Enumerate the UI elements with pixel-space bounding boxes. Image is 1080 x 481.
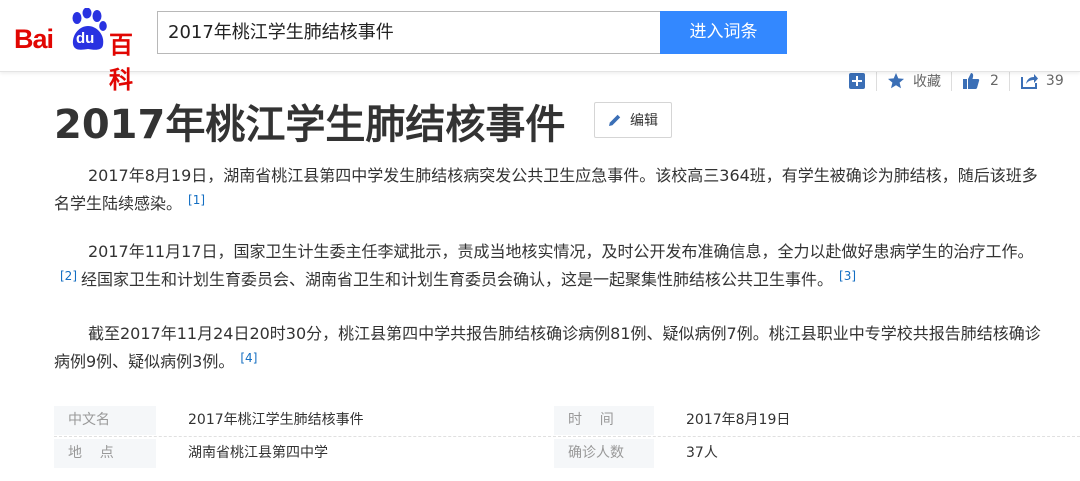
divider: [1008, 71, 1010, 91]
info-value: 2017年桃江学生肺结核事件: [188, 412, 364, 428]
info-value: 37人: [686, 445, 718, 461]
info-value: 湖南省桃江县第四中学: [188, 445, 328, 461]
info-row: 中文名 2017年桃江学生肺结核事件 时 间 2017年8月19日: [54, 404, 1080, 437]
edit-label: 编辑: [630, 113, 658, 129]
paragraph-1: 2017年8月19日，湖南省桃江县第四中学发生肺结核病突发公共卫生应急事件。该校…: [54, 162, 1044, 218]
reference-link[interactable]: [3]: [839, 269, 856, 283]
info-value: 2017年8月19日: [686, 412, 791, 428]
page-title: 2017年桃江学生肺结核事件: [54, 102, 566, 148]
add-button[interactable]: [848, 70, 866, 92]
add-icon: [849, 73, 865, 89]
logo-du-text: du: [76, 30, 95, 47]
thumbs-up-icon: [963, 73, 980, 89]
share-button[interactable]: 39: [1020, 70, 1064, 92]
enter-entry-button[interactable]: 进入词条: [660, 11, 787, 54]
pencil-icon: [609, 114, 621, 126]
search-input[interactable]: 2017年桃江学生肺结核事件: [157, 11, 661, 54]
divider: [876, 71, 877, 91]
paragraph-text: 截至2017年11月24日20时30分，桃江县第四中学共报告肺结核确诊病例81例…: [54, 324, 1041, 371]
info-label: 时 间: [568, 412, 614, 428]
divider: [951, 71, 952, 91]
favorite-label: 收藏: [913, 74, 941, 90]
star-icon: [888, 73, 904, 89]
reference-link[interactable]: [1]: [188, 193, 205, 207]
paragraph-text: 经国家卫生和计划生育委员会、湖南省卫生和计划生育委员会确认，这是一起聚集性肺结核…: [81, 270, 834, 289]
favorite-button[interactable]: 收藏: [887, 70, 941, 92]
basic-info-table: 中文名 2017年桃江学生肺结核事件 时 间 2017年8月19日 地 点 湖南…: [54, 404, 1080, 470]
info-label: 确诊人数: [568, 445, 624, 461]
logo-bai-text: Bai: [14, 24, 54, 54]
info-label: 中文名: [68, 412, 110, 428]
info-row: 地 点 湖南省桃江县第四中学 确诊人数 37人: [54, 437, 1080, 470]
paragraph-3: 截至2017年11月24日20时30分，桃江县第四中学共报告肺结核确诊病例81例…: [54, 320, 1044, 376]
paragraph-2: 2017年11月17日，国家卫生计生委主任李斌批示，责成当地核实情况，及时公开发…: [54, 238, 1044, 294]
like-count: 2: [990, 73, 999, 89]
share-count: 39: [1045, 73, 1064, 89]
paragraph-text: 2017年11月17日，国家卫生计生委主任李斌批示，责成当地核实情况，及时公开发…: [88, 242, 1034, 261]
edit-button[interactable]: 编辑: [594, 102, 672, 138]
reference-link[interactable]: [2]: [60, 269, 77, 283]
entry-tools: 收藏 2 39: [848, 70, 1064, 92]
like-button[interactable]: 2: [962, 70, 999, 92]
top-bar: Bai du 百科 2017年桃江学生肺结核事件 进入词条: [0, 0, 1080, 94]
baidu-baike-logo[interactable]: Bai du 百科: [14, 8, 146, 94]
reference-link[interactable]: [4]: [240, 351, 257, 365]
info-label: 地 点: [68, 445, 114, 461]
logo-baike-text: 百科: [109, 31, 133, 94]
share-icon: [1020, 74, 1038, 89]
